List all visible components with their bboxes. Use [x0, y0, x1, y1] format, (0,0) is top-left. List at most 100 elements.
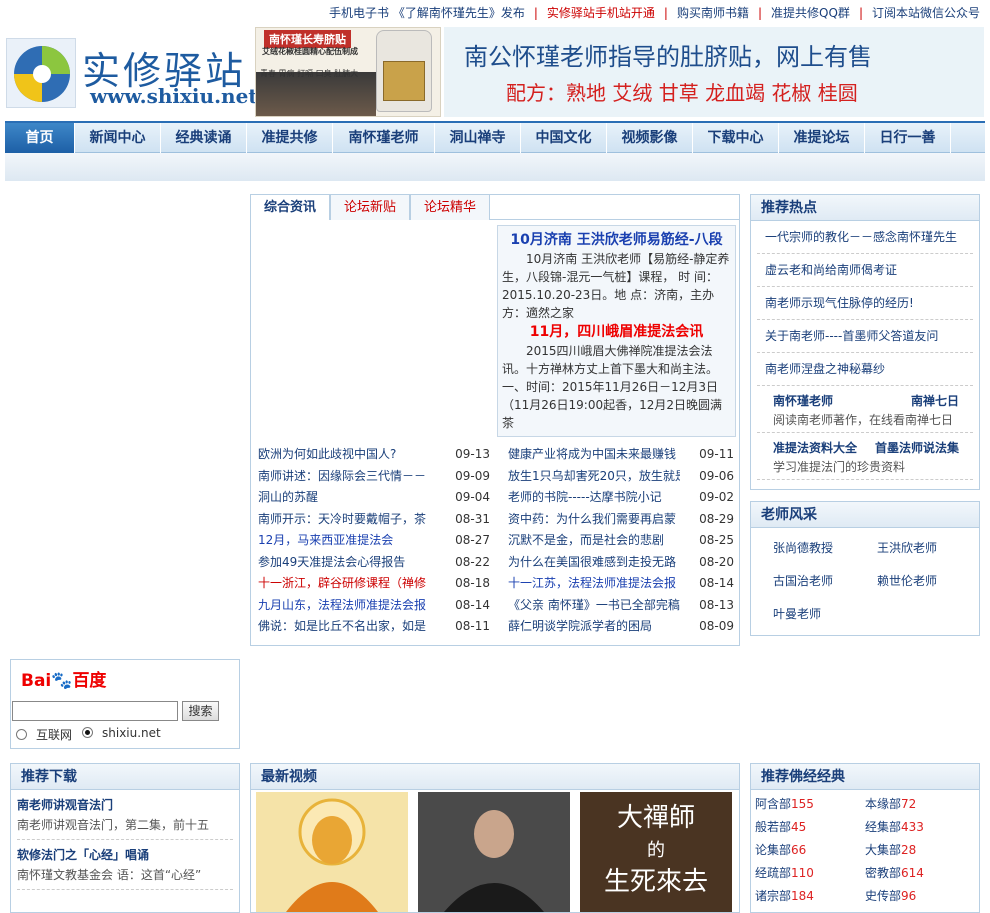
product-ad[interactable]: 南怀瑾长寿脐贴 艾绒花椒桂圆精心配伍制成 青春 胃病 打嗝 口臭 肚腩大	[255, 27, 441, 117]
video-thumb-master[interactable]	[418, 792, 570, 912]
news-tab[interactable]: 综合资讯	[250, 194, 331, 220]
news-date: 09-04	[455, 490, 490, 504]
download-desc: 南老师讲观音法门，第二集，前十五	[17, 818, 210, 832]
sutra-link[interactable]: 密教部614	[865, 862, 975, 885]
nav-item[interactable]: 南怀瑾老师	[333, 123, 435, 153]
sutra-link[interactable]: 经集部433	[865, 816, 975, 839]
top-link[interactable]: 准提共修QQ群	[771, 6, 850, 20]
hot-pair-link[interactable]: 首墨法师说法集	[875, 439, 959, 456]
news-title[interactable]: 为什么在美国很难感到走投无路	[508, 552, 680, 574]
hot-pair-links: 准提法资料大全 首墨法师说法集	[773, 439, 959, 456]
sutra-link[interactable]: 经疏部110	[755, 862, 865, 885]
nav-item[interactable]: 洞山禅寺	[435, 123, 521, 153]
hot-item[interactable]: 关于南老师----首墨师父答道友问	[757, 320, 973, 353]
teacher-link[interactable]: 叶曼老师	[761, 598, 865, 631]
nav-item[interactable]: 经典读诵	[161, 123, 247, 153]
news-title[interactable]: 健康产业将成为中国未来最赚钱	[508, 444, 680, 466]
news-title[interactable]: 欧洲为何如此歧视中国人?	[258, 444, 430, 466]
news-title[interactable]: 12月，马来西亚准提法会	[258, 530, 430, 552]
radio-internet[interactable]: 互联网	[16, 726, 72, 743]
news-row: 《父亲 南怀瑾》一书已全部完稿 08-13	[508, 595, 734, 617]
nav-item[interactable]: 日行一善	[865, 123, 951, 153]
download-item: 软修法门之「心经」唱诵 南怀瑾文教基金会 语：这首“心经”	[17, 846, 233, 890]
hot-item[interactable]: 虚云老和尚给南师偈考证	[757, 254, 973, 287]
link-separator: |	[757, 6, 763, 20]
hot-pair-link[interactable]: 南禅七日	[911, 392, 959, 409]
nav-item[interactable]: 中国文化	[521, 123, 607, 153]
radio-site-label: shixiu.net	[102, 726, 161, 740]
download-title[interactable]: 南老师讲观音法门	[17, 796, 233, 813]
hot-pair-links: 南怀瑾老师 南禅七日	[773, 392, 959, 409]
featured-title[interactable]: 10月济南 王洪欣老师易筋经-八段	[502, 230, 731, 250]
videos-panel-title: 最新视频	[251, 764, 739, 790]
nav-item[interactable]: 首页	[5, 123, 75, 153]
download-item: 南老师讲观音法门 南老师讲观音法门，第二集，前十五	[17, 796, 233, 840]
news-title[interactable]: 参加49天准提法会心得报告	[258, 552, 430, 574]
nav-item[interactable]: 下载中心	[693, 123, 779, 153]
featured-summary: 10月济南 王洪欣老师【易筋经-静定养生，八段锦-混元一气桩】课程， 时 间：2…	[502, 252, 730, 320]
news-title[interactable]: 资中药：为什么我们需要再启蒙	[508, 509, 680, 531]
news-title[interactable]: 九月山东，法程法师准提法会报	[258, 595, 430, 617]
news-title[interactable]: 放生1只乌却害死20只，放生就是	[508, 466, 680, 488]
site-logo[interactable]: 实修驿站 www.shixiu.net	[6, 38, 258, 110]
featured-news: 10月济南 王洪欣老师易筋经-八段 10月济南 王洪欣老师【易筋经-静定养生，八段…	[497, 225, 736, 437]
video-thumb-chan-master[interactable]: 大禪師 的 生死來去	[580, 792, 732, 912]
nav-item[interactable]: 新闻中心	[75, 123, 161, 153]
news-title[interactable]: 《父亲 南怀瑾》一书已全部完稿	[508, 595, 680, 617]
teacher-link[interactable]: 古国治老师	[761, 565, 865, 598]
top-link[interactable]: 实修驿站手机站开通	[547, 6, 655, 20]
sutra-count: 155	[791, 797, 814, 811]
news-row: 放生1只乌却害死20只，放生就是 09-06	[508, 466, 734, 488]
top-link[interactable]: 手机电子书 《了解南怀瑾先生》发布	[329, 6, 525, 20]
sutra-link[interactable]: 论集部66	[755, 839, 865, 862]
news-date: 08-27	[455, 533, 490, 547]
news-title[interactable]: 十一江苏，法程法师准提法会报	[508, 573, 680, 595]
sutra-link[interactable]: 大集部28	[865, 839, 975, 862]
news-title[interactable]: 南师讲述：因缘际会三代情－－	[258, 466, 430, 488]
news-title[interactable]: 薛仁明谈学院派学者的困局	[508, 616, 680, 638]
link-separator: |	[663, 6, 668, 20]
download-title[interactable]: 软修法门之「心经」唱诵	[17, 846, 233, 863]
news-title[interactable]: 佛说：如是比丘不名出家，如是	[258, 616, 430, 638]
baidu-search-button[interactable]: 搜索	[182, 701, 219, 721]
radio-internet-label: 互联网	[36, 728, 73, 742]
sutra-link[interactable]: 般若部45	[755, 816, 865, 839]
news-list-left: 欧洲为何如此歧视中国人? 09-13 南师讲述：因缘际会三代情－－ 09-09 洞山的苏…	[258, 444, 490, 638]
sutra-link[interactable]: 诸宗部184	[755, 885, 865, 908]
hot-item[interactable]: 南老师涅盘之神秘幕纱	[757, 353, 973, 386]
teacher-link[interactable]: 张尚德教授	[761, 532, 865, 565]
video-thumb-buddha[interactable]	[256, 792, 408, 912]
top-link[interactable]: 购买南师书籍	[677, 6, 749, 20]
banner-ad[interactable]: 南公怀瑾老师指导的肚脐贴，网上有售 配方：熟地 艾绒 甘草 龙血竭 花椒 桂圆	[444, 27, 984, 117]
news-title[interactable]: 老师的书院-----达摩书院小记	[508, 487, 680, 509]
news-title[interactable]: 洞山的苏醒	[258, 487, 430, 509]
baidu-search-box: Bai🐾百度 搜索 互联网 shixiu.net	[10, 659, 240, 749]
nav-item[interactable]: 准提论坛	[779, 123, 865, 153]
teacher-link[interactable]: 赖世伦老师	[865, 565, 969, 598]
news-title[interactable]: 南师开示：天冷时要戴帽子，茶	[258, 509, 430, 531]
sutra-link[interactable]: 史传部96	[865, 885, 975, 908]
hot-item[interactable]: 南老师示现气住脉停的经历!	[757, 287, 973, 320]
news-date: 09-13	[455, 447, 490, 461]
sutra-link[interactable]: 阿含部155	[755, 793, 865, 816]
hot-pair-link[interactable]: 南怀瑾老师	[773, 392, 833, 409]
news-title[interactable]: 十一浙江，辟谷研修课程（禅修	[258, 573, 430, 595]
news-tab[interactable]: 论坛精华	[410, 194, 491, 220]
teacher-link[interactable]: 王洪欣老师	[865, 532, 969, 565]
featured-title[interactable]: 11月，四川峨眉准提法会讯	[502, 322, 731, 342]
sutra-count: 66	[791, 843, 807, 857]
nav-item[interactable]: 准提共修	[247, 123, 333, 153]
news-date: 08-18	[455, 576, 490, 590]
hot-item[interactable]: 一代宗师的教化－－感念南怀瑾先生	[757, 221, 973, 254]
product-jar-image	[376, 30, 432, 112]
nav-item[interactable]: 视频影像	[607, 123, 693, 153]
radio-site[interactable]: shixiu.net	[82, 726, 161, 740]
hot-pair: 准提法资料大全 首墨法师说法集 学习准提法门的珍贵资料	[757, 433, 973, 480]
hot-pair-link[interactable]: 准提法资料大全	[773, 439, 857, 456]
sutra-link[interactable]: 本缘部72	[865, 793, 975, 816]
top-link[interactable]: 订阅本站微信公众号	[872, 6, 980, 20]
sub-nav-bar	[5, 153, 985, 181]
baidu-search-input[interactable]	[12, 701, 178, 721]
news-tab[interactable]: 论坛新贴	[330, 194, 411, 220]
news-title[interactable]: 沉默不是金，而是社会的悲剧	[508, 530, 680, 552]
